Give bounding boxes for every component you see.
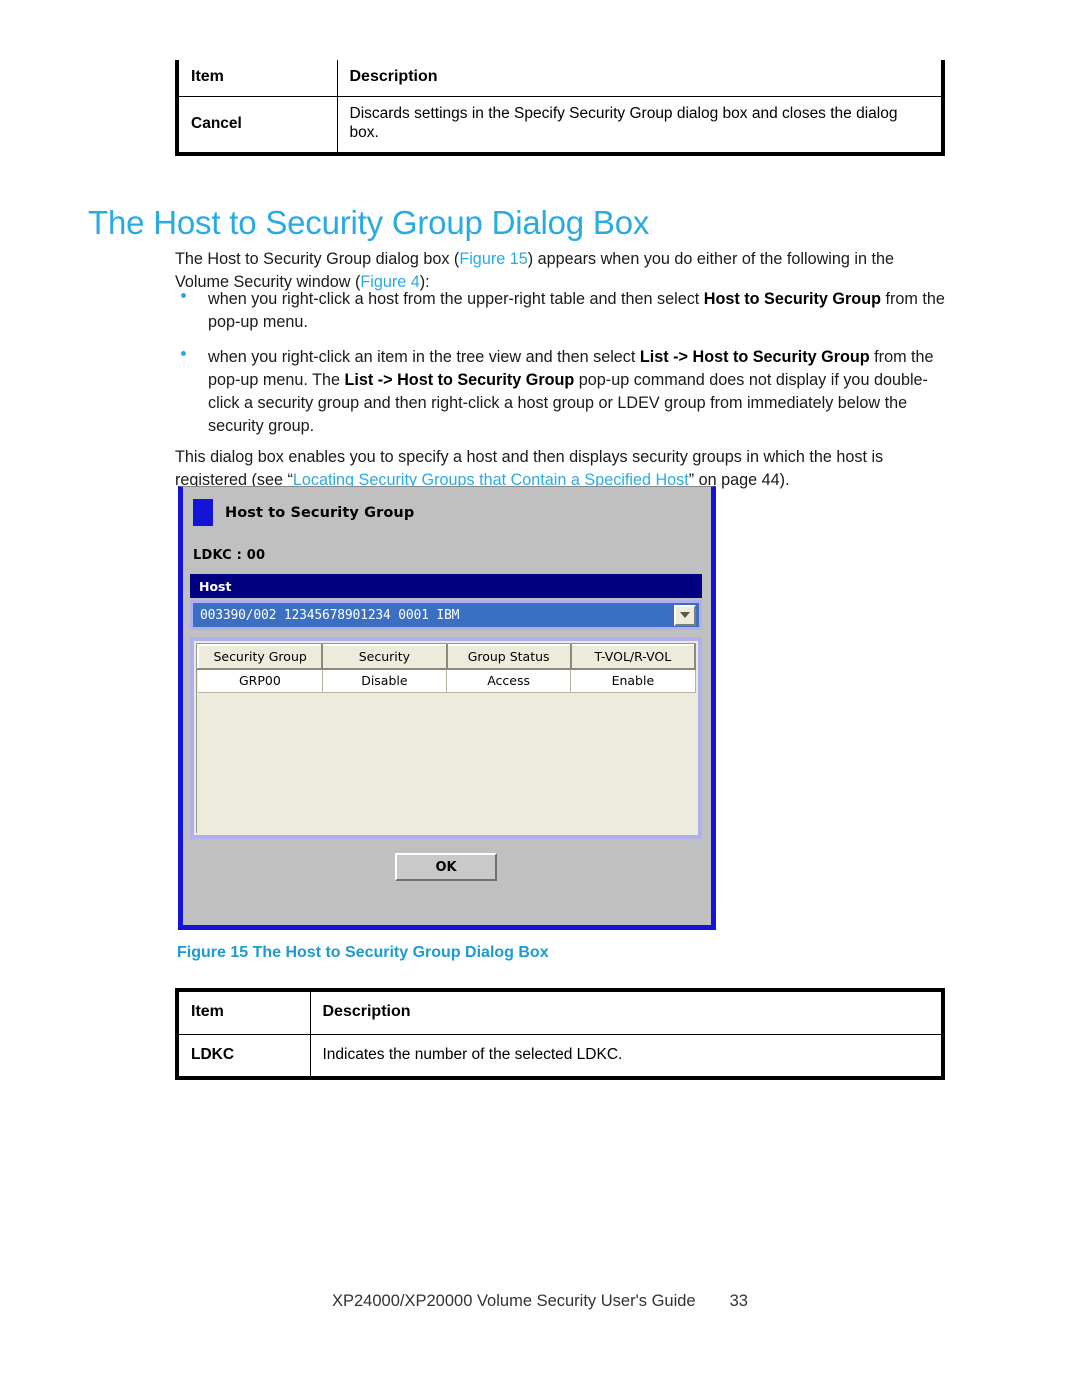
bullet-dot-icon [181,292,186,298]
table-row: Cancel Discards settings in the Specify … [177,96,943,156]
list-item-text: when you right-click a host from the upp… [208,290,945,331]
host-section-header-label: Host [199,578,232,594]
figure-15-xref-number: 15 [509,250,528,269]
ok-button[interactable]: OK [395,853,497,881]
emphasis-text: List -> Host to Security Group [639,348,870,366]
body-text: when you right-click an item in the tree… [208,348,640,366]
table-header-item: Item [177,60,338,97]
table-cell-item: Cancel [177,96,338,156]
column-header-group-status[interactable]: Group Status [445,644,572,670]
list-item: when you right-click an item in the tree… [175,346,950,438]
body-text: when you right-click a host from the upp… [208,290,704,308]
bullet-dot-icon [181,350,186,356]
dialog-titlebar: Host to Security Group [193,499,414,526]
list-item-text: when you right-click an item in the tree… [208,348,934,435]
cell-tvol-rvol: Enable [570,669,696,693]
table-row[interactable]: GRP00 Disable Access Enable [198,669,696,693]
table-header-description: Description [337,60,943,97]
table-header-row: Security Group Security Group Status T-V… [197,644,696,670]
item-description-table-bottom: Item Description LDKC Indicates the numb… [175,988,945,1081]
table-cell-item: LDKC [177,1034,311,1081]
host-to-security-group-dialog: Host to Security Group LDKC : 00 Host 00… [178,486,716,930]
figure-15-xref[interactable]: Figure 15 [459,250,527,268]
host-select[interactable]: 003390/002 12345678901234 0001 IBM [190,600,702,630]
column-header-security-group[interactable]: Security Group [197,644,324,670]
security-group-results-inner: Security Group Security Group Status T-V… [196,643,696,833]
dialog-title: Host to Security Group [225,504,415,521]
app-logo-icon [193,499,213,526]
security-group-results-panel: Security Group Security Group Status T-V… [190,637,702,839]
footer-title: XP24000/XP20000 Volume Security User's G… [332,1292,696,1310]
ldkc-label: LDKC : 00 [193,548,266,563]
page-number: 33 [729,1292,748,1310]
cell-security-group: GRP00 [198,669,323,693]
intro-text-1: The Host to Security Group dialog box ( [175,250,460,269]
page-footer: XP24000/XP20000 Volume Security User's G… [0,1292,1080,1311]
list-item: when you right-click a host from the upp… [175,288,950,334]
column-header-security[interactable]: Security [321,644,448,670]
column-header-tvol-rvol[interactable]: T-VOL/R-VOL [569,644,696,670]
figure-caption: Figure 15 The Host to Security Group Dia… [177,944,549,961]
table-cell-description: Discards settings in the Specify Securit… [337,96,943,156]
chevron-down-icon[interactable] [674,604,696,626]
host-select-value: 003390/002 12345678901234 0001 IBM [200,607,460,623]
host-section-header: Host [190,574,702,598]
cell-security: Disable [322,669,448,693]
bullet-list: when you right-click a host from the upp… [175,288,950,450]
table-cell-description: Indicates the number of the selected LDK… [310,1034,943,1081]
item-description-table-top: Item Description Cancel Discards setting… [175,60,945,156]
table-row: Item Description [177,60,943,97]
table-header-item: Item [177,990,311,1035]
security-group-table: Security Group Security Group Status T-V… [197,644,696,693]
table-row: LDKC Indicates the number of the selecte… [177,1034,943,1081]
emphasis-text: List -> Host to Security Group [344,371,575,389]
figure-15-xref-label: Figure [459,250,506,269]
cell-group-status: Access [446,669,572,693]
table-row: Item Description [177,990,943,1035]
page-title: The Host to Security Group Dialog Box [88,204,650,242]
table-header-description: Description [310,990,943,1035]
emphasis-text: Host to Security Group [703,290,881,308]
